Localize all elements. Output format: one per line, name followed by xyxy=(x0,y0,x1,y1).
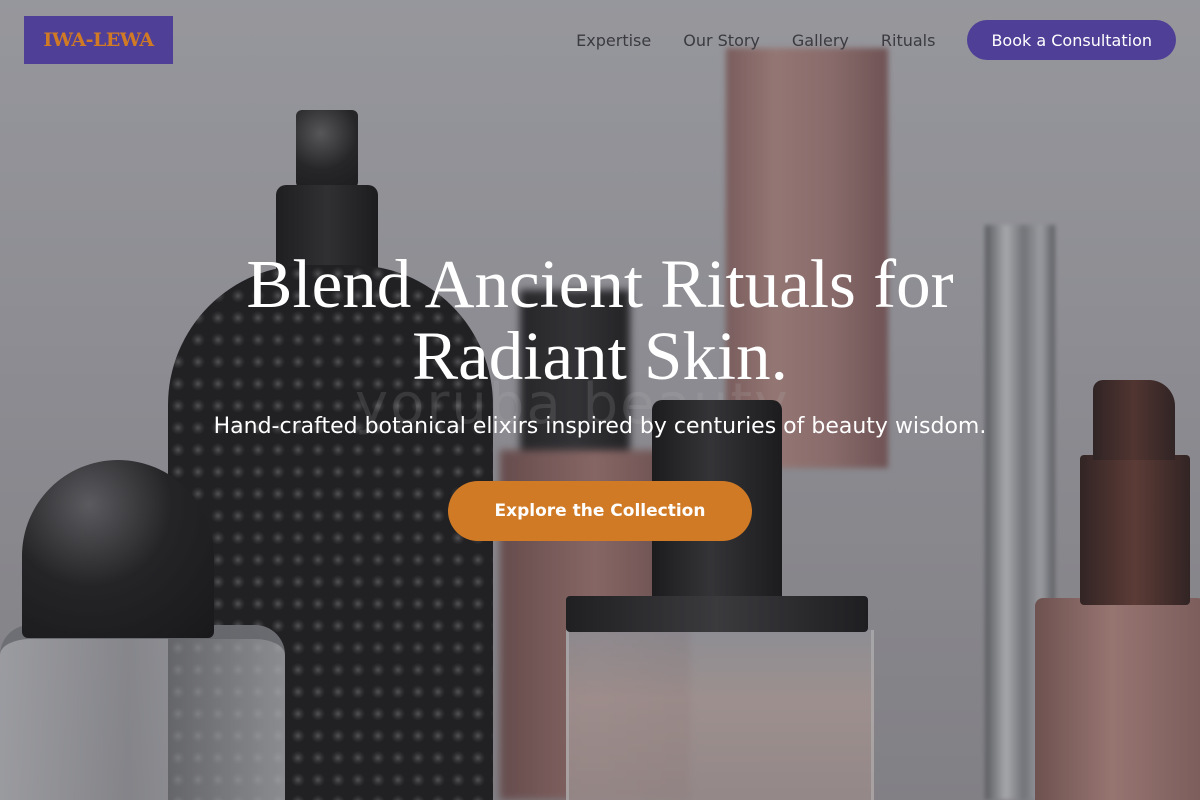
nav-link-rituals[interactable]: Rituals xyxy=(881,31,936,50)
nav-link-gallery[interactable]: Gallery xyxy=(792,31,849,50)
book-consultation-button[interactable]: Book a Consultation xyxy=(967,20,1176,60)
explore-collection-button[interactable]: Explore the Collection xyxy=(448,481,752,541)
hero-subheadline: Hand-crafted botanical elixirs inspired … xyxy=(213,414,987,439)
main-nav: Expertise Our Story Gallery Rituals Book… xyxy=(576,20,1176,60)
nav-link-our-story[interactable]: Our Story xyxy=(683,31,760,50)
hero-headline: Blend Ancient Rituals for Radiant Skin. xyxy=(246,246,954,394)
brand-logo[interactable]: IWA-LEWA xyxy=(24,16,173,64)
hero-section: Blend Ancient Rituals for Radiant Skin. … xyxy=(0,248,1200,541)
nav-link-expertise[interactable]: Expertise xyxy=(576,31,651,50)
landing-page: yoruba beauty IWA-LEWA Expertise Our Sto… xyxy=(0,0,1200,800)
site-header: IWA-LEWA Expertise Our Story Gallery Rit… xyxy=(0,0,1200,80)
